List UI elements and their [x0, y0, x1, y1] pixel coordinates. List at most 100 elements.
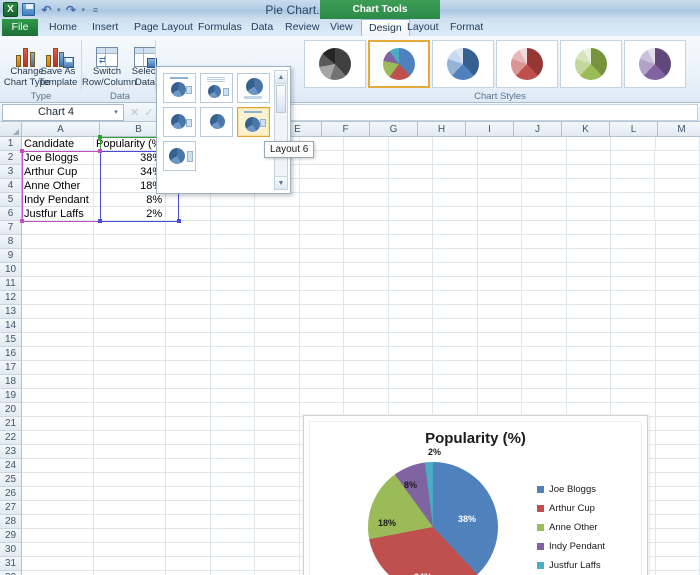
cell-C25[interactable] [166, 473, 211, 487]
cell-C9[interactable] [166, 249, 211, 263]
cell-K12[interactable] [522, 291, 567, 305]
cell-K14[interactable] [522, 319, 567, 333]
row-header-12[interactable]: 12 [0, 291, 22, 305]
chart-legend[interactable]: Joe Bloggs Arthur Cup Anne Other Indy Pe… [537, 484, 629, 575]
cell-G12[interactable] [344, 291, 389, 305]
chart-layout-2[interactable] [200, 73, 233, 103]
tab-layout[interactable]: Layout [400, 19, 446, 36]
cell-L11[interactable] [566, 277, 612, 291]
cell-G16[interactable] [344, 347, 389, 361]
cell-N6[interactable] [655, 207, 700, 221]
scroll-up-icon[interactable]: ▲ [275, 71, 287, 84]
cell-N32[interactable] [656, 571, 700, 575]
cell-I11[interactable] [433, 277, 478, 291]
cell-L4[interactable] [566, 179, 611, 193]
cell-N31[interactable] [655, 557, 700, 571]
cell-E18[interactable] [255, 375, 300, 389]
cell-E22[interactable] [255, 431, 300, 445]
cell-J6[interactable] [477, 207, 523, 221]
cell-C15[interactable] [166, 333, 211, 347]
row-header-30[interactable]: 30 [0, 543, 22, 557]
cell-I9[interactable] [433, 249, 478, 263]
cell-N14[interactable] [655, 319, 700, 333]
cell-K5[interactable] [522, 193, 567, 207]
cell-A29[interactable] [22, 529, 95, 543]
cell-B30[interactable] [94, 543, 167, 557]
cell-E16[interactable] [255, 347, 300, 361]
cell-A30[interactable] [22, 543, 95, 557]
cell-N29[interactable] [655, 529, 700, 543]
tab-insert[interactable]: Insert [85, 19, 125, 36]
cell-F17[interactable] [299, 361, 345, 375]
cell-D29[interactable] [210, 529, 256, 543]
cell-E20[interactable] [255, 403, 300, 417]
cell-J11[interactable] [477, 277, 523, 291]
cell-G10[interactable] [344, 263, 389, 277]
cell-B26[interactable] [94, 487, 167, 501]
selection-handle[interactable] [98, 135, 102, 139]
cell-N25[interactable] [655, 473, 700, 487]
cell-M13[interactable] [611, 305, 656, 319]
cell-B15[interactable] [94, 333, 167, 347]
cell-C32[interactable] [166, 571, 211, 575]
cell-H12[interactable] [388, 291, 434, 305]
chart-style-2[interactable] [368, 40, 430, 88]
cell-B22[interactable] [94, 431, 167, 445]
cell-A20[interactable] [22, 403, 95, 417]
cell-E19[interactable] [255, 389, 300, 403]
cell-C16[interactable] [166, 347, 211, 361]
cell-A6[interactable]: Justfur Laffs [22, 207, 95, 221]
cell-G7[interactable] [344, 221, 389, 235]
cell-F14[interactable] [299, 319, 345, 333]
cell-A10[interactable] [22, 263, 95, 277]
cell-C26[interactable] [166, 487, 211, 501]
chart-style-1[interactable] [304, 40, 366, 88]
cell-A5[interactable]: Indy Pendant [22, 193, 95, 207]
column-header-L[interactable]: L [610, 122, 658, 137]
cell-J14[interactable] [477, 319, 523, 333]
cell-B16[interactable] [94, 347, 167, 361]
row-header-20[interactable]: 20 [0, 403, 22, 417]
cell-J2[interactable] [477, 151, 523, 165]
cell-D26[interactable] [210, 487, 256, 501]
row-header-1[interactable]: 1 [0, 137, 22, 151]
cell-F10[interactable] [299, 263, 345, 277]
cell-I8[interactable] [433, 235, 478, 249]
cell-N24[interactable] [655, 459, 700, 473]
cell-G8[interactable] [344, 235, 389, 249]
cell-L3[interactable] [566, 165, 611, 179]
cell-M11[interactable] [611, 277, 656, 291]
cell-N9[interactable] [655, 249, 700, 263]
cell-J16[interactable] [477, 347, 523, 361]
cell-B17[interactable] [94, 361, 167, 375]
cell-A19[interactable] [22, 389, 95, 403]
column-header-I[interactable]: I [466, 122, 514, 137]
cell-H7[interactable] [388, 221, 434, 235]
cell-K11[interactable] [522, 277, 567, 291]
cell-M2[interactable] [611, 151, 656, 165]
column-header-F[interactable]: F [322, 122, 370, 137]
cell-F3[interactable] [299, 165, 345, 179]
cell-G5[interactable] [344, 193, 389, 207]
cell-G11[interactable] [344, 277, 389, 291]
cell-L14[interactable] [566, 319, 612, 333]
cell-A24[interactable] [22, 459, 95, 473]
cell-E29[interactable] [255, 529, 300, 543]
tab-page-layout[interactable]: Page Layout [127, 19, 200, 36]
row-header-14[interactable]: 14 [0, 319, 22, 333]
cell-M7[interactable] [611, 221, 656, 235]
save-as-template-button[interactable]: Save As Template [33, 39, 83, 88]
cell-N8[interactable] [655, 235, 700, 249]
cell-I14[interactable] [433, 319, 478, 333]
column-header-A[interactable]: A [22, 122, 100, 137]
cell-C30[interactable] [166, 543, 211, 557]
cell-E8[interactable] [255, 235, 300, 249]
cell-B14[interactable] [94, 319, 167, 333]
cell-D21[interactable] [210, 417, 256, 431]
cell-M1[interactable] [611, 137, 656, 151]
cell-D18[interactable] [210, 375, 256, 389]
cell-N11[interactable] [655, 277, 700, 291]
cell-H13[interactable] [388, 305, 434, 319]
cell-A26[interactable] [22, 487, 95, 501]
cell-E25[interactable] [255, 473, 300, 487]
